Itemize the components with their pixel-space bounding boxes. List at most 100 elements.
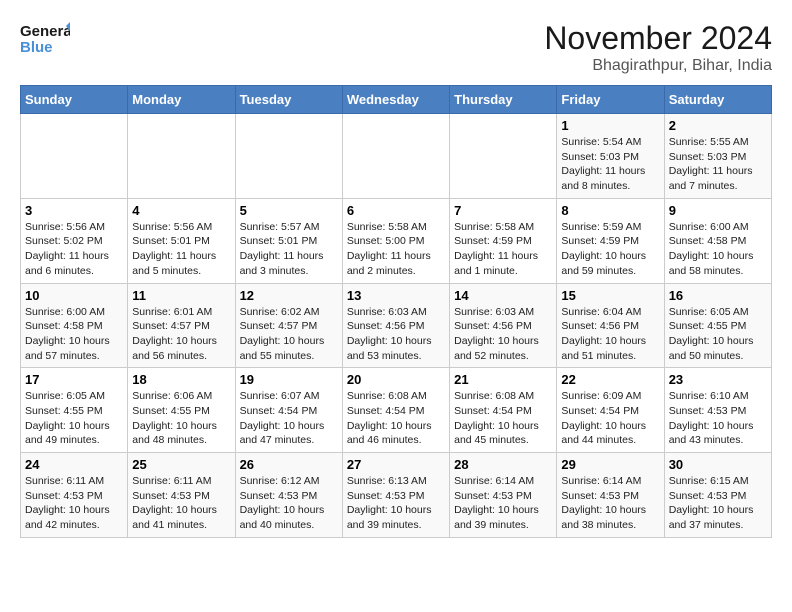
weekday-header-friday: Friday <box>557 86 664 114</box>
day-cell: 16 Sunrise: 6:05 AM Sunset: 4:55 PM Dayli… <box>664 283 771 368</box>
day-cell: 4Sunrise: 5:56 AM Sunset: 5:01 PM Daylig… <box>128 198 235 283</box>
day-info: Sunrise: 6:09 AM Sunset: 4:54 PM Dayligh… <box>561 389 659 448</box>
day-cell: 27 Sunrise: 6:13 AM Sunset: 4:53 PM Dayli… <box>342 453 449 538</box>
day-cell: 10 Sunrise: 6:00 AM Sunset: 4:58 PM Dayli… <box>21 283 128 368</box>
day-number: 24 <box>25 457 123 472</box>
day-cell: 2 Sunrise: 5:55 AM Sunset: 5:03 PM Daylig… <box>664 114 771 199</box>
svg-text:Blue: Blue <box>20 39 53 56</box>
day-info: Sunrise: 5:54 AM Sunset: 5:03 PM Dayligh… <box>561 135 659 194</box>
day-number: 8 <box>561 203 659 218</box>
title-area: November 2024 Bhagirathpur, Bihar, India <box>544 20 772 75</box>
weekday-header-monday: Monday <box>128 86 235 114</box>
day-info: Sunrise: 5:56 AM Sunset: 5:02 PM Dayligh… <box>25 220 123 279</box>
day-info: Sunrise: 6:08 AM Sunset: 4:54 PM Dayligh… <box>347 389 445 448</box>
day-info: Sunrise: 6:11 AM Sunset: 4:53 PM Dayligh… <box>132 474 230 533</box>
day-number: 10 <box>25 288 123 303</box>
weekday-header-thursday: Thursday <box>450 86 557 114</box>
day-cell: 1 Sunrise: 5:54 AM Sunset: 5:03 PM Daylig… <box>557 114 664 199</box>
day-number: 21 <box>454 372 552 387</box>
day-info: Sunrise: 6:02 AM Sunset: 4:57 PM Dayligh… <box>240 305 338 364</box>
day-number: 28 <box>454 457 552 472</box>
weekday-header-tuesday: Tuesday <box>235 86 342 114</box>
day-info: Sunrise: 6:00 AM Sunset: 4:58 PM Dayligh… <box>669 220 767 279</box>
day-cell: 25 Sunrise: 6:11 AM Sunset: 4:53 PM Dayli… <box>128 453 235 538</box>
day-cell: 13 Sunrise: 6:03 AM Sunset: 4:56 PM Dayli… <box>342 283 449 368</box>
day-number: 23 <box>669 372 767 387</box>
day-cell <box>235 114 342 199</box>
day-number: 14 <box>454 288 552 303</box>
day-cell: 6 Sunrise: 5:58 AM Sunset: 5:00 PM Daylig… <box>342 198 449 283</box>
day-cell: 26 Sunrise: 6:12 AM Sunset: 4:53 PM Dayli… <box>235 453 342 538</box>
day-info: Sunrise: 6:11 AM Sunset: 4:53 PM Dayligh… <box>25 474 123 533</box>
day-number: 22 <box>561 372 659 387</box>
day-number: 4 <box>132 203 230 218</box>
day-info: Sunrise: 6:12 AM Sunset: 4:53 PM Dayligh… <box>240 474 338 533</box>
day-cell: 20 Sunrise: 6:08 AM Sunset: 4:54 PM Dayli… <box>342 368 449 453</box>
svg-text:General: General <box>20 23 70 40</box>
day-number: 20 <box>347 372 445 387</box>
day-info: Sunrise: 6:07 AM Sunset: 4:54 PM Dayligh… <box>240 389 338 448</box>
day-cell: 28 Sunrise: 6:14 AM Sunset: 4:53 PM Dayli… <box>450 453 557 538</box>
day-info: Sunrise: 6:05 AM Sunset: 4:55 PM Dayligh… <box>25 389 123 448</box>
day-info: Sunrise: 6:05 AM Sunset: 4:55 PM Dayligh… <box>669 305 767 364</box>
day-cell: 17Sunrise: 6:05 AM Sunset: 4:55 PM Dayli… <box>21 368 128 453</box>
day-info: Sunrise: 6:06 AM Sunset: 4:55 PM Dayligh… <box>132 389 230 448</box>
day-number: 12 <box>240 288 338 303</box>
day-cell <box>21 114 128 199</box>
day-cell: 22 Sunrise: 6:09 AM Sunset: 4:54 PM Dayli… <box>557 368 664 453</box>
day-cell: 14Sunrise: 6:03 AM Sunset: 4:56 PM Dayli… <box>450 283 557 368</box>
day-cell: 9Sunrise: 6:00 AM Sunset: 4:58 PM Daylig… <box>664 198 771 283</box>
day-info: Sunrise: 6:03 AM Sunset: 4:56 PM Dayligh… <box>347 305 445 364</box>
day-info: Sunrise: 6:04 AM Sunset: 4:56 PM Dayligh… <box>561 305 659 364</box>
day-cell: 19 Sunrise: 6:07 AM Sunset: 4:54 PM Dayli… <box>235 368 342 453</box>
day-cell <box>128 114 235 199</box>
weekday-header-sunday: Sunday <box>21 86 128 114</box>
day-number: 16 <box>669 288 767 303</box>
logo: General Blue <box>20 20 70 60</box>
weekday-header-saturday: Saturday <box>664 86 771 114</box>
day-info: Sunrise: 5:55 AM Sunset: 5:03 PM Dayligh… <box>669 135 767 194</box>
day-cell: 23 Sunrise: 6:10 AM Sunset: 4:53 PM Dayli… <box>664 368 771 453</box>
day-info: Sunrise: 6:10 AM Sunset: 4:53 PM Dayligh… <box>669 389 767 448</box>
month-title: November 2024 <box>544 20 772 57</box>
day-number: 5 <box>240 203 338 218</box>
day-cell: 29Sunrise: 6:14 AM Sunset: 4:53 PM Dayli… <box>557 453 664 538</box>
day-number: 26 <box>240 457 338 472</box>
day-number: 2 <box>669 118 767 133</box>
day-info: Sunrise: 5:59 AM Sunset: 4:59 PM Dayligh… <box>561 220 659 279</box>
week-row-2: 3 Sunrise: 5:56 AM Sunset: 5:02 PM Daylig… <box>21 198 772 283</box>
day-cell: 24 Sunrise: 6:11 AM Sunset: 4:53 PM Dayli… <box>21 453 128 538</box>
day-cell: 8 Sunrise: 5:59 AM Sunset: 4:59 PM Daylig… <box>557 198 664 283</box>
week-row-3: 10 Sunrise: 6:00 AM Sunset: 4:58 PM Dayli… <box>21 283 772 368</box>
day-info: Sunrise: 5:58 AM Sunset: 4:59 PM Dayligh… <box>454 220 552 279</box>
day-number: 25 <box>132 457 230 472</box>
day-info: Sunrise: 6:14 AM Sunset: 4:53 PM Dayligh… <box>454 474 552 533</box>
day-cell: 12 Sunrise: 6:02 AM Sunset: 4:57 PM Dayli… <box>235 283 342 368</box>
header: General Blue November 2024 Bhagirathpur,… <box>20 20 772 75</box>
week-row-5: 24 Sunrise: 6:11 AM Sunset: 4:53 PM Dayli… <box>21 453 772 538</box>
day-info: Sunrise: 6:08 AM Sunset: 4:54 PM Dayligh… <box>454 389 552 448</box>
day-number: 27 <box>347 457 445 472</box>
day-cell: 21 Sunrise: 6:08 AM Sunset: 4:54 PM Dayli… <box>450 368 557 453</box>
day-number: 6 <box>347 203 445 218</box>
week-row-4: 17Sunrise: 6:05 AM Sunset: 4:55 PM Dayli… <box>21 368 772 453</box>
day-number: 7 <box>454 203 552 218</box>
day-number: 13 <box>347 288 445 303</box>
day-cell: 11Sunrise: 6:01 AM Sunset: 4:57 PM Dayli… <box>128 283 235 368</box>
weekday-header-row: SundayMondayTuesdayWednesdayThursdayFrid… <box>21 86 772 114</box>
day-info: Sunrise: 6:13 AM Sunset: 4:53 PM Dayligh… <box>347 474 445 533</box>
location-title: Bhagirathpur, Bihar, India <box>544 57 772 75</box>
day-cell: 5 Sunrise: 5:57 AM Sunset: 5:01 PM Daylig… <box>235 198 342 283</box>
day-info: Sunrise: 5:57 AM Sunset: 5:01 PM Dayligh… <box>240 220 338 279</box>
day-number: 19 <box>240 372 338 387</box>
day-number: 3 <box>25 203 123 218</box>
logo-svg: General Blue <box>20 20 70 60</box>
day-info: Sunrise: 5:58 AM Sunset: 5:00 PM Dayligh… <box>347 220 445 279</box>
day-number: 18 <box>132 372 230 387</box>
day-info: Sunrise: 6:00 AM Sunset: 4:58 PM Dayligh… <box>25 305 123 364</box>
day-cell: 7 Sunrise: 5:58 AM Sunset: 4:59 PM Daylig… <box>450 198 557 283</box>
day-number: 1 <box>561 118 659 133</box>
day-number: 15 <box>561 288 659 303</box>
day-number: 11 <box>132 288 230 303</box>
day-info: Sunrise: 6:14 AM Sunset: 4:53 PM Dayligh… <box>561 474 659 533</box>
